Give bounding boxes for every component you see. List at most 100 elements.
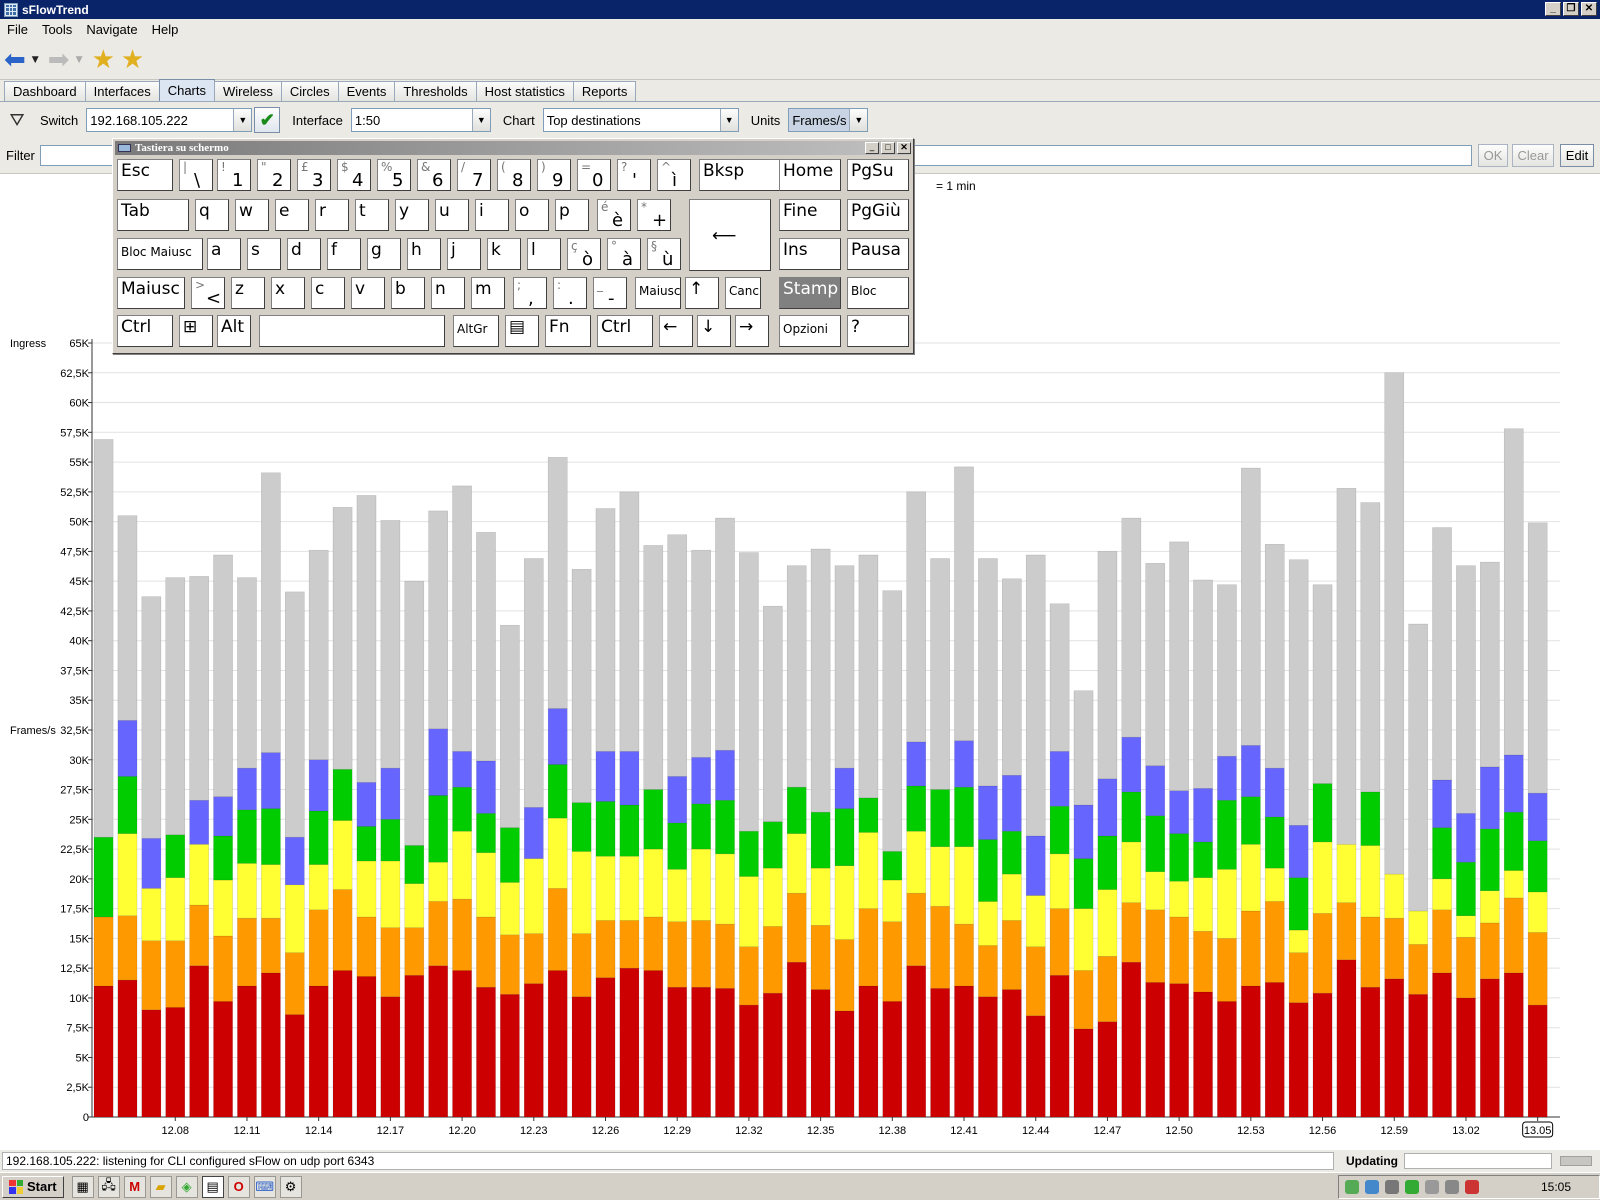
close-button[interactable]: ✕ (1581, 2, 1597, 16)
keyboard-task-icon[interactable]: ⌨ (253, 1175, 276, 1198)
apply-check-button[interactable]: ✔ (254, 107, 281, 133)
tray-bluetooth-icon[interactable] (1365, 1180, 1379, 1194)
gmail-icon[interactable]: M (123, 1175, 146, 1198)
menu-tools[interactable]: Tools (35, 22, 79, 37)
osk-key[interactable]: Canc (725, 277, 761, 309)
osk-key[interactable]: % 5 (377, 159, 411, 191)
osk-key[interactable]: k (487, 238, 521, 270)
osk-key[interactable]: Bksp (699, 159, 781, 191)
tray-network-icon[interactable] (1445, 1180, 1459, 1194)
osk-key[interactable]: Ctrl (597, 315, 653, 347)
osk-key[interactable]: m (471, 277, 505, 309)
osk-key[interactable]: ⟵ (689, 199, 771, 271)
settings-task-icon[interactable]: ⚙ (279, 1175, 302, 1198)
filter-edit-button[interactable]: Edit (1560, 144, 1594, 167)
tab-reports[interactable]: Reports (572, 81, 637, 101)
osk-key[interactable]: l (527, 238, 561, 270)
osk-key[interactable]: | \ (179, 159, 213, 191)
osk-key[interactable]: f (327, 238, 361, 270)
switch-select[interactable]: 192.168.105.222 ▼ (86, 108, 253, 132)
minimize-button[interactable]: _ (1545, 2, 1561, 16)
osk-key[interactable]: Pausa (847, 238, 909, 270)
osk-close-button[interactable]: ✕ (897, 142, 911, 154)
osk-key[interactable]: j (447, 238, 481, 270)
forward-button[interactable]: ➡ (48, 44, 70, 76)
osk-key[interactable]: t (355, 199, 389, 231)
restore-button[interactable]: ❐ (1563, 2, 1579, 16)
tab-events[interactable]: Events (337, 81, 396, 101)
osk-key[interactable]: * + (637, 199, 671, 231)
tab-charts[interactable]: Charts (158, 79, 215, 101)
units-select[interactable]: Frames/s ▼ (788, 108, 869, 132)
osk-key[interactable]: Alt (217, 315, 251, 347)
osk-key[interactable]: a (207, 238, 241, 270)
osk-key[interactable]: £3 (297, 159, 331, 191)
osk-key[interactable]: $4 (337, 159, 371, 191)
osk-key[interactable]: Home (779, 159, 841, 191)
tray-drive-icon[interactable] (1345, 1180, 1359, 1194)
menu-navigate[interactable]: Navigate (79, 22, 144, 37)
osk-key[interactable]: u (435, 199, 469, 231)
osk-key[interactable]: AltGr (453, 315, 499, 347)
osk-key[interactable]: p (555, 199, 589, 231)
osk-minimize-button[interactable]: _ (865, 142, 879, 154)
tab-thresholds[interactable]: Thresholds (394, 81, 477, 101)
chevron-down-icon[interactable]: ▼ (233, 109, 252, 131)
network-icon[interactable]: ◈ (175, 1175, 198, 1198)
osk-key[interactable]: :. (553, 277, 587, 309)
filter-clear-button[interactable]: Clear (1512, 144, 1554, 167)
explorer-icon[interactable]: 🖧 (97, 1175, 120, 1198)
osk-key[interactable]: PgGiù (847, 199, 909, 231)
osk-key[interactable]: Fn (545, 315, 591, 347)
filter-funnel-icon[interactable]: ⛛ (6, 110, 28, 131)
tray-security-icon[interactable] (1405, 1180, 1419, 1194)
tray-volume-icon[interactable] (1465, 1180, 1479, 1194)
osk-key[interactable]: e (275, 199, 309, 231)
osk-key[interactable]: o (515, 199, 549, 231)
osk-key[interactable]: ▤ (505, 315, 539, 347)
osk-key[interactable]: ) 9 (537, 159, 571, 191)
osk-key[interactable]: ;, (513, 277, 547, 309)
chart-select[interactable]: Top destinations ▼ (542, 108, 739, 132)
osk-title-bar[interactable]: Tastiera su schermo _ □ ✕ (115, 141, 911, 155)
osk-key[interactable]: n (431, 277, 465, 309)
resize-grip[interactable] (1560, 1156, 1592, 1166)
osk-key[interactable]: ⊞ (179, 315, 213, 347)
sflowtrend-task-icon[interactable]: ▤ (201, 1175, 224, 1198)
folder-icon[interactable]: ▰ (149, 1175, 172, 1198)
show-desktop-icon[interactable]: ▦ (71, 1175, 94, 1198)
osk-key[interactable]: → (735, 315, 769, 347)
back-history-icon[interactable]: ▼ (32, 55, 42, 65)
forward-history-icon[interactable]: ▼ (76, 55, 86, 65)
osk-key[interactable]: Ctrl (117, 315, 173, 347)
osk-key[interactable]: " 2 (257, 159, 291, 191)
osk-key[interactable]: ? ' (617, 159, 651, 191)
osk-key[interactable]: Esc (117, 159, 173, 191)
bookmarks-icon[interactable]: ★ (121, 44, 144, 76)
tab-dashboard[interactable]: Dashboard (4, 81, 86, 101)
osk-key[interactable]: = 0 (577, 159, 611, 191)
osk-key[interactable]: ↑ (685, 277, 719, 309)
add-bookmark-icon[interactable]: ★ (92, 44, 115, 76)
osk-key[interactable]: ↓ (697, 315, 731, 347)
osk-key[interactable]: Maiusc (635, 277, 681, 309)
osk-key[interactable]: Opzioni (779, 315, 841, 347)
tab-host-statistics[interactable]: Host statistics (475, 81, 574, 101)
tab-interfaces[interactable]: Interfaces (84, 81, 160, 101)
osk-key[interactable]: z (231, 277, 265, 309)
osk-key[interactable]: ° à (607, 238, 641, 270)
chevron-down-icon[interactable]: ▼ (471, 109, 490, 131)
interface-select[interactable]: 1:50 ▼ (350, 108, 491, 132)
osk-key[interactable]: ! 1 (217, 159, 251, 191)
osk-key[interactable]: § ù (647, 238, 681, 270)
osk-key[interactable]: Bloc Maiusc (117, 238, 203, 270)
tab-circles[interactable]: Circles (280, 81, 339, 101)
osk-key[interactable]: v (351, 277, 385, 309)
chevron-down-icon[interactable]: ▼ (849, 109, 868, 131)
osk-key[interactable]: Maiusc (117, 277, 185, 309)
osk-key[interactable]: y (395, 199, 429, 231)
osk-key[interactable]: PgSu (847, 159, 909, 191)
tab-wireless[interactable]: Wireless (214, 81, 282, 101)
osk-key[interactable]: s (247, 238, 281, 270)
osk-key[interactable]: d (287, 238, 321, 270)
